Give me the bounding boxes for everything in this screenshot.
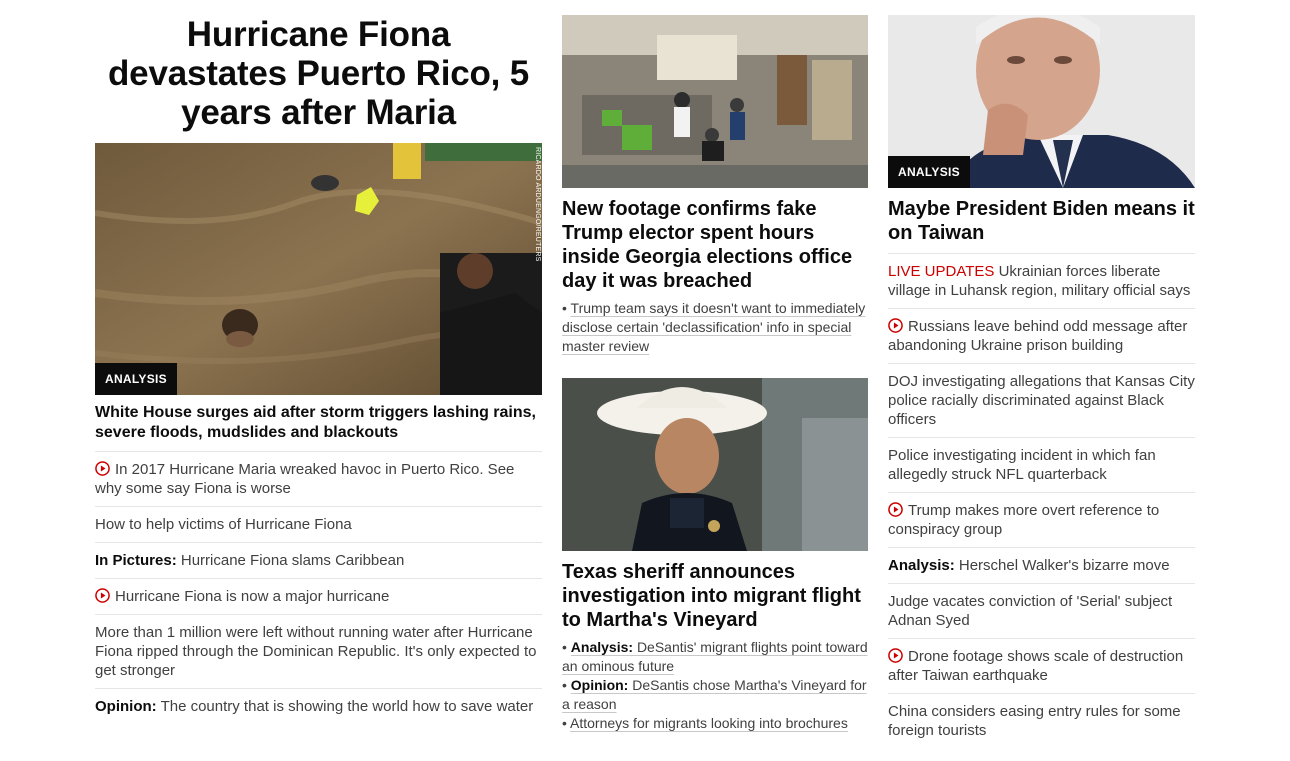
list-item[interactable]: Judge vacates conviction of 'Serial' sub…: [888, 583, 1195, 638]
list-item-link[interactable]: Drone footage shows scale of destruction…: [888, 648, 1183, 684]
list-item-link[interactable]: Hurricane Fiona is now a major hurricane: [95, 588, 389, 605]
sublink[interactable]: Analysis: DeSantis' migrant flights poin…: [562, 638, 868, 676]
list-item-link[interactable]: In 2017 Hurricane Maria wreaked havoc in…: [95, 461, 514, 497]
play-circle-icon: [95, 461, 110, 476]
biden-photo[interactable]: ANALYSIS: [888, 15, 1195, 188]
list-item-link[interactable]: How to help victims of Hurricane Fiona: [95, 516, 352, 533]
item-label: Analysis:: [888, 557, 955, 574]
sublink-link[interactable]: Analysis: DeSantis' migrant flights poin…: [562, 639, 868, 674]
item-label: In Pictures:: [95, 552, 177, 569]
photo-credit: RICARDO ARDUENGO/REUTERS: [534, 147, 541, 262]
sublink[interactable]: Trump team says it doesn't want to immed…: [562, 299, 868, 356]
list-item-link[interactable]: More than 1 million were left without ru…: [95, 624, 536, 679]
list-item[interactable]: Hurricane Fiona is now a major hurricane: [95, 578, 542, 614]
play-circle-icon: [95, 588, 110, 603]
photo-story-headline[interactable]: White House surges aid after storm trigg…: [95, 403, 542, 443]
top-stories-list: LIVE UPDATES Ukrainian forces liberate v…: [888, 253, 1195, 748]
list-item-text: Drone footage shows scale of destruction…: [888, 648, 1184, 684]
main-headline-link[interactable]: Hurricane Fiona devastates Puerto Rico, …: [108, 15, 529, 132]
list-item-text: Russians leave behind odd message after …: [888, 318, 1188, 354]
lead-story-column: Hurricane Fiona devastates Puerto Rico, …: [95, 0, 542, 724]
list-item[interactable]: LIVE UPDATES Ukrainian forces liberate v…: [888, 253, 1195, 308]
list-item-link[interactable]: Police investigating incident in which f…: [888, 447, 1156, 483]
list-item[interactable]: In Pictures: Hurricane Fiona slams Carib…: [95, 542, 542, 578]
list-item[interactable]: Analysis: Herschel Walker's bizarre move: [888, 547, 1195, 583]
sublink-label: Analysis:: [570, 639, 634, 655]
list-item-link[interactable]: Analysis: Herschel Walker's bizarre move: [888, 557, 1170, 574]
biden-headline[interactable]: Maybe President Biden means it on Taiwan: [888, 197, 1195, 245]
right-column: ANALYSIS Maybe President Biden means it …: [888, 0, 1195, 748]
list-item[interactable]: Russians leave behind odd message after …: [888, 308, 1195, 363]
list-item-link[interactable]: In Pictures: Hurricane Fiona slams Carib…: [95, 552, 404, 569]
list-item-text: Hurricane Fiona slams Caribbean: [180, 552, 405, 569]
list-item-text: Judge vacates conviction of 'Serial' sub…: [888, 593, 1173, 629]
list-item-link[interactable]: Opinion: The country that is showing the…: [95, 698, 533, 715]
list-item[interactable]: Opinion: The country that is showing the…: [95, 688, 542, 724]
list-item[interactable]: DOJ investigating allegations that Kansa…: [888, 363, 1195, 437]
list-item-text: Hurricane Fiona is now a major hurricane: [115, 588, 390, 605]
sublink-text[interactable]: Trump team says it doesn't want to immed…: [562, 300, 865, 354]
sublink[interactable]: Attorneys for migrants looking into broc…: [562, 714, 868, 733]
list-item[interactable]: China considers easing entry rules for s…: [888, 693, 1195, 748]
sheriff-sublinks: Analysis: DeSantis' migrant flights poin…: [562, 638, 868, 733]
list-item[interactable]: More than 1 million were left without ru…: [95, 614, 542, 688]
list-item-link[interactable]: Trump makes more overt reference to cons…: [888, 502, 1159, 538]
list-item[interactable]: Trump makes more overt reference to cons…: [888, 492, 1195, 547]
sheriff-photo[interactable]: [562, 378, 868, 551]
list-item-link[interactable]: LIVE UPDATES Ukrainian forces liberate v…: [888, 263, 1190, 299]
flood-photo-image: [95, 143, 542, 395]
list-item-link[interactable]: Russians leave behind odd message after …: [888, 318, 1187, 354]
elections-office-photo[interactable]: [562, 15, 868, 188]
list-item-text: Trump makes more overt reference to cons…: [888, 502, 1160, 538]
list-item-link[interactable]: China considers easing entry rules for s…: [888, 703, 1181, 739]
list-item-text: Police investigating incident in which f…: [888, 447, 1156, 483]
list-item-text: DOJ investigating allegations that Kansa…: [888, 373, 1195, 428]
sublink-label: Opinion:: [570, 677, 629, 693]
main-headline[interactable]: Hurricane Fiona devastates Puerto Rico, …: [95, 15, 542, 132]
play-circle-icon: [888, 318, 903, 333]
middle-column: New footage confirms fake Trump elector …: [562, 0, 868, 733]
list-item-text: In 2017 Hurricane Maria wreaked havoc in…: [95, 461, 515, 497]
flood-photo[interactable]: RICARDO ARDUENGO/REUTERS ANALYSIS: [95, 143, 542, 395]
live-updates-label: LIVE UPDATES: [888, 263, 995, 280]
list-item-link[interactable]: Judge vacates conviction of 'Serial' sub…: [888, 593, 1172, 629]
list-item-text: Herschel Walker's bizarre move: [958, 557, 1170, 574]
list-item-link[interactable]: DOJ investigating allegations that Kansa…: [888, 373, 1195, 428]
sublink-link[interactable]: Opinion: DeSantis chose Martha's Vineyar…: [562, 677, 867, 712]
footage-headline[interactable]: New footage confirms fake Trump elector …: [562, 197, 868, 293]
analysis-badge: ANALYSIS: [95, 363, 177, 395]
analysis-badge: ANALYSIS: [888, 156, 970, 188]
list-item[interactable]: Drone footage shows scale of destruction…: [888, 638, 1195, 693]
elections-office-image: [562, 15, 868, 188]
list-item-text: The country that is showing the world ho…: [160, 698, 534, 715]
sheriff-headline[interactable]: Texas sheriff announces investigation in…: [562, 560, 868, 632]
list-item-text: How to help victims of Hurricane Fiona: [95, 516, 352, 533]
play-circle-icon: [888, 502, 903, 517]
item-label: Opinion:: [95, 698, 157, 715]
sublink-text[interactable]: Attorneys for migrants looking into broc…: [570, 715, 848, 731]
list-item[interactable]: Police investigating incident in which f…: [888, 437, 1195, 492]
list-item[interactable]: In 2017 Hurricane Maria wreaked havoc in…: [95, 451, 542, 506]
sublink[interactable]: Opinion: DeSantis chose Martha's Vineyar…: [562, 676, 868, 714]
footage-sublinks: Trump team says it doesn't want to immed…: [562, 299, 868, 356]
list-item-text: China considers easing entry rules for s…: [888, 703, 1181, 739]
play-circle-icon: [888, 648, 903, 663]
related-stories-list: In 2017 Hurricane Maria wreaked havoc in…: [95, 451, 542, 724]
sheriff-image: [562, 378, 868, 551]
list-item[interactable]: How to help victims of Hurricane Fiona: [95, 506, 542, 542]
list-item-text: More than 1 million were left without ru…: [95, 624, 537, 679]
